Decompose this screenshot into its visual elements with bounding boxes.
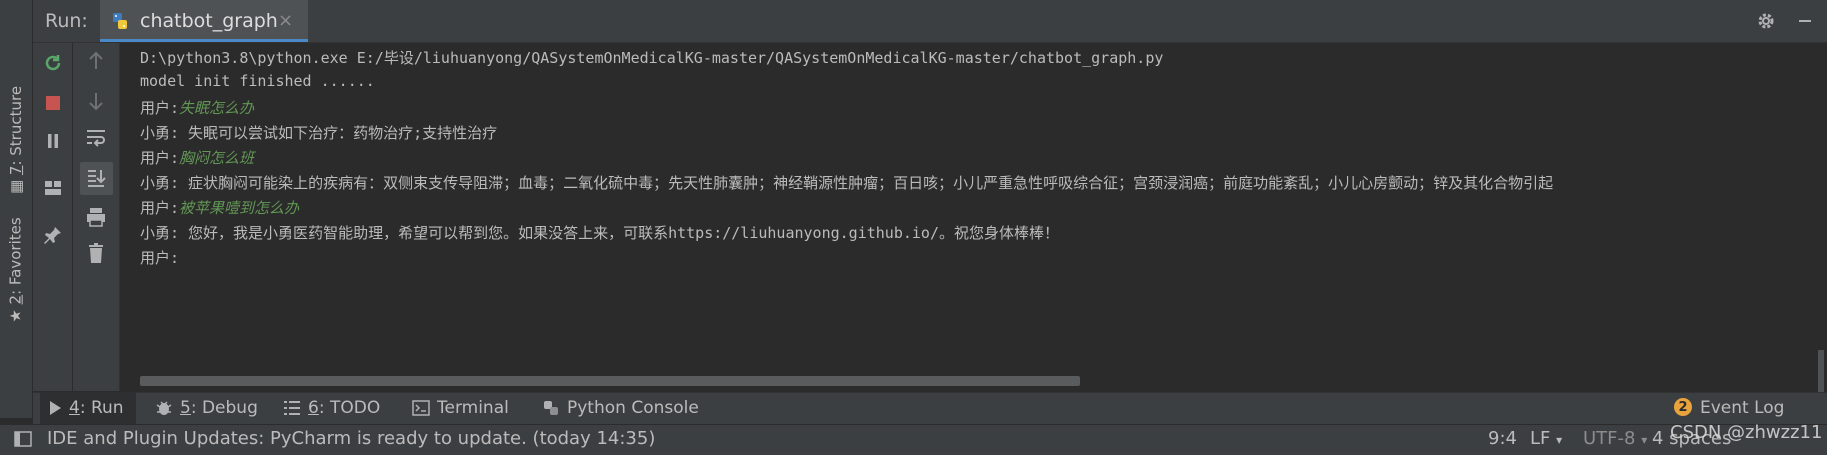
console-line-init: model init finished ...... [140,72,375,90]
todo-icon [284,401,300,415]
status-message[interactable]: IDE and Plugin Updates: PyCharm is ready… [47,428,655,449]
favorites-tab[interactable]: ★ 2: Favorites [0,215,32,325]
console-line-bot-3: 小勇: 您好，我是小勇医药智能助理，希望可以帮到您。如果没答上来，可联系http… [140,224,1059,242]
terminal-icon [412,400,430,416]
tab-debug[interactable]: 5: Debug [155,392,258,424]
user-input-1: 失眠怎么办 [179,99,255,117]
structure-tab-label: : Structure [7,85,26,166]
down-arrow-icon[interactable] [86,90,106,112]
chevron-down-icon: ▾ [1556,433,1563,447]
trash-icon[interactable] [86,242,106,264]
rerun-icon[interactable] [42,52,64,74]
horizontal-scrollbar[interactable] [140,376,1080,386]
toggle-tool-windows-icon[interactable] [14,431,32,447]
structure-tab-num: 7 [7,165,26,176]
console-line-user-3: 用户:被苹果噎到怎么办 [140,197,299,218]
minimize-icon[interactable] [1795,11,1815,31]
console-line-bot-1: 小勇: 失眠可以尝试如下治疗：药物治疗;支持性治疗 [140,124,498,142]
console-line-user-1: 用户:失眠怎么办 [140,97,254,118]
pin-icon[interactable] [43,225,63,245]
bug-icon [156,401,172,415]
gear-icon[interactable] [1756,11,1776,31]
tab-terminal-label: Terminal [437,398,509,418]
caret-position[interactable]: 9:4 [1488,428,1517,449]
event-log-button[interactable]: Event Log [1700,392,1784,424]
file-encoding-label: UTF-8 [1583,428,1636,449]
console-line-user-prompt: 用户: [140,249,180,267]
chevron-down-icon: ▾ [1641,433,1648,447]
user-input-2: 胸闷怎么班 [179,149,255,167]
console-line-command: D:\python3.8\python.exe E:/毕设/liuhuanyon… [140,49,1164,67]
tab-title: chatbot_graph [140,10,278,32]
tab-python-console-label: Python Console [567,398,699,418]
favorites-tab-num: 2 [7,294,25,305]
favorites-star-icon: ★ [7,304,25,323]
scroll-to-end-icon [88,170,106,187]
print-icon[interactable] [85,207,107,227]
user-prompt: 用户: [140,99,180,117]
up-arrow-icon[interactable] [86,50,106,72]
soft-wrap-icon[interactable] [85,128,107,148]
stop-icon[interactable] [44,94,62,112]
tab-close-icon[interactable]: × [278,10,293,31]
structure-icon: ▦ [7,175,26,195]
file-encoding[interactable]: UTF-8 ▾ [1583,428,1647,449]
console-line-user-2: 用户:胸闷怎么班 [140,147,254,168]
pause-icon[interactable] [44,132,62,150]
run-label: Run: [45,10,88,32]
structure-tab[interactable]: ▦ 7: Structure [0,80,32,200]
event-log-badge: 2 [1674,398,1692,416]
favorites-tab-label: : Favorites [7,217,25,295]
tab-todo-label: : TODO [318,398,381,418]
user-prompt: 用户: [140,149,180,167]
python-file-icon [113,13,127,29]
tab-debug-label: : Debug [190,398,258,418]
left-tool-strip [0,0,33,418]
user-input-3: 被苹果噎到怎么办 [179,199,300,217]
tab-todo[interactable]: 6: TODO [283,392,380,424]
user-prompt: 用户: [140,199,180,217]
tab-run-label: : Run [79,398,124,418]
tab-todo-num: 6 [308,398,319,418]
line-separator[interactable]: LF ▾ [1530,428,1562,449]
line-separator-label: LF [1530,428,1551,449]
run-icon [50,401,61,415]
tab-run[interactable]: 4: Run [40,392,136,424]
event-log-label: Event Log [1700,398,1785,418]
tab-debug-num: 5 [180,398,191,418]
csdn-watermark: CSDN @zhwzz11 [1670,422,1823,443]
tab-run-num: 4 [69,398,80,418]
console-output[interactable]: D:\python3.8\python.exe E:/毕设/liuhuanyon… [120,43,1827,391]
tab-terminal[interactable]: Terminal [412,392,509,424]
restore-layout-icon[interactable] [43,178,63,198]
tab-python-console[interactable]: Python Console [542,392,699,424]
python-console-icon [544,401,558,415]
console-line-bot-2: 小勇: 症状胸闷可能染上的疾病有：双侧束支传导阻滞；血毒；二氧化硫中毒；先天性肺… [140,174,1554,192]
